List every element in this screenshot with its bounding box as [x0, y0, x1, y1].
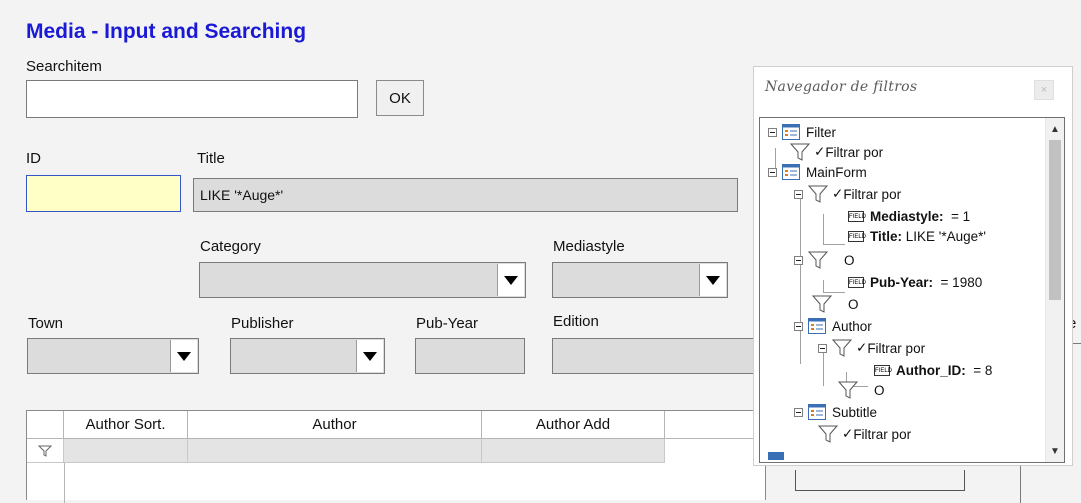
- collapse-icon[interactable]: [794, 321, 803, 331]
- field-icon: FIELD: [874, 364, 892, 376]
- hidden-control: [795, 470, 965, 491]
- filter-navigator-panel: Navegador de filtros × Filter ✓ Filtrar …: [753, 66, 1073, 466]
- id-field[interactable]: [26, 175, 181, 212]
- scroll-thumb[interactable]: [1049, 140, 1061, 300]
- category-label: Category: [200, 238, 261, 255]
- scroll-down-icon[interactable]: ▼: [1046, 442, 1064, 460]
- funnel-icon: [812, 295, 832, 313]
- funnel-icon: [790, 143, 810, 161]
- mediastyle-label: Mediastyle: [553, 238, 625, 255]
- collapse-icon[interactable]: [768, 127, 777, 137]
- edition-label: Edition: [553, 313, 599, 330]
- title-field[interactable]: LIKE '*Auge*': [193, 178, 738, 212]
- funnel-icon: [832, 339, 852, 357]
- category-dropdown-arrow[interactable]: [497, 264, 524, 296]
- funnel-icon: [838, 381, 858, 399]
- form-icon: [768, 452, 784, 460]
- tree-line: [823, 280, 824, 292]
- publisher-label: Publisher: [231, 315, 294, 332]
- edition-field[interactable]: [552, 338, 762, 374]
- tree-node-condition-title[interactable]: FIELD Title: LIKE '*Auge*': [848, 226, 986, 246]
- searchitem-label: Searchitem: [26, 58, 102, 75]
- navigator-title: Navegador de filtros: [765, 79, 918, 95]
- field-icon: FIELD: [848, 230, 866, 242]
- tree-node-author-form[interactable]: Author: [794, 316, 872, 336]
- author-subform-grid: Author Sort. Author Author Add: [26, 410, 767, 503]
- collapse-icon[interactable]: [794, 407, 803, 417]
- field-icon: FIELD: [848, 276, 866, 288]
- mediastyle-combobox[interactable]: [552, 262, 728, 298]
- tree-node-condition-authorid[interactable]: FIELD Author_ID: = 8: [874, 360, 992, 380]
- mediastyle-dropdown-arrow[interactable]: [699, 264, 726, 296]
- title-label: Title: [197, 150, 225, 167]
- tree-node-mainform[interactable]: MainForm: [768, 162, 867, 182]
- funnel-icon: [808, 251, 828, 269]
- town-combobox[interactable]: [27, 338, 199, 374]
- grid-column-empty[interactable]: [665, 411, 767, 439]
- tree-scrollbar[interactable]: ▲ ▼: [1045, 118, 1064, 462]
- pubyear-label: Pub-Year: [416, 315, 478, 332]
- tree-node-condition-mediastyle[interactable]: FIELD Mediastyle: = 1: [848, 206, 970, 226]
- form-icon: [782, 164, 800, 180]
- form-icon: [782, 124, 800, 140]
- grid-column-author-sort[interactable]: Author Sort.: [64, 411, 188, 439]
- tree-line: [823, 214, 824, 244]
- form-title: Media - Input and Searching: [26, 20, 307, 43]
- tree-node-filter-by[interactable]: ✓ Filtrar por: [818, 338, 925, 358]
- id-label: ID: [26, 150, 41, 167]
- grid-divider: [64, 463, 65, 503]
- town-dropdown-arrow[interactable]: [170, 340, 197, 372]
- tree-line: [823, 244, 845, 245]
- tree-node-filter-by[interactable]: ✓ Filtrar por: [790, 142, 883, 162]
- collapse-icon[interactable]: [818, 343, 827, 353]
- tree-node-or[interactable]: O: [794, 250, 855, 270]
- form-icon: [808, 404, 826, 420]
- funnel-icon: [808, 185, 828, 203]
- collapse-icon[interactable]: [794, 255, 803, 265]
- tree-node-subtitle-form[interactable]: Subtitle: [794, 402, 877, 422]
- grid-filter-cell-author-sort[interactable]: [64, 439, 188, 463]
- scroll-up-icon[interactable]: ▲: [1046, 120, 1064, 138]
- collapse-icon[interactable]: [768, 167, 777, 177]
- grid-row-selector-header[interactable]: [27, 411, 64, 439]
- publisher-dropdown-arrow[interactable]: [356, 340, 383, 372]
- funnel-icon: [818, 425, 838, 443]
- tree-line: [823, 292, 845, 293]
- category-combobox[interactable]: [199, 262, 526, 298]
- grid-filter-cell-author[interactable]: [188, 439, 482, 463]
- pubyear-field[interactable]: [415, 338, 525, 374]
- grid-column-author[interactable]: Author: [188, 411, 482, 439]
- tree-node-condition-pubyear[interactable]: FIELD Pub-Year: = 1980: [848, 272, 982, 292]
- field-icon: FIELD: [848, 210, 866, 222]
- filter-tree[interactable]: Filter ✓ Filtrar por MainForm ✓ Filtrar …: [759, 117, 1065, 463]
- searchitem-input[interactable]: [26, 80, 358, 118]
- tree-node-filter-by[interactable]: ✓ Filtrar por: [818, 424, 911, 444]
- tree-node-filter-form[interactable]: Filter: [768, 122, 836, 142]
- town-label: Town: [28, 315, 64, 332]
- grid-column-author-add[interactable]: Author Add: [482, 411, 665, 439]
- publisher-combobox[interactable]: [230, 338, 385, 374]
- tree-node-or[interactable]: O: [838, 380, 885, 400]
- form-icon: [808, 318, 826, 334]
- ok-button[interactable]: OK: [376, 80, 424, 116]
- tree-node-or[interactable]: O: [812, 294, 859, 314]
- tree-node-filter-by[interactable]: ✓ Filtrar por: [794, 184, 901, 204]
- funnel-icon: [38, 445, 52, 457]
- tree-line: [800, 194, 801, 364]
- grid-filter-row-selector[interactable]: [27, 439, 64, 463]
- collapse-icon[interactable]: [794, 189, 803, 199]
- grid-filter-cell-author-add[interactable]: [482, 439, 665, 463]
- close-icon[interactable]: ×: [1034, 80, 1054, 100]
